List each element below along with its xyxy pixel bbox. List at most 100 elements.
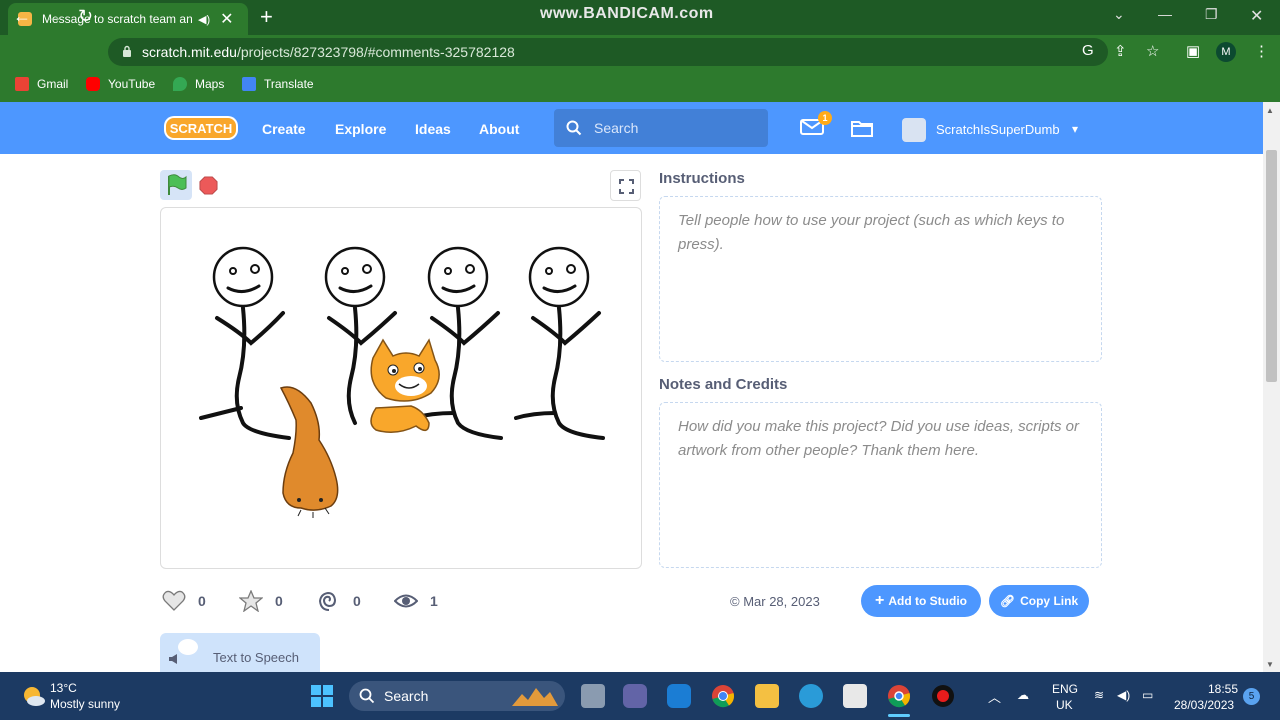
- get-help-icon[interactable]: [799, 684, 823, 708]
- profile-avatar[interactable]: M: [1216, 42, 1236, 62]
- green-flag-button[interactable]: [160, 170, 192, 200]
- show-hidden-icons-chevron-icon[interactable]: ︿: [988, 687, 1001, 706]
- keyboard-layout[interactable]: UK: [1056, 698, 1073, 712]
- notes-textarea[interactable]: How did you make this project? Did you u…: [659, 402, 1102, 568]
- close-window-icon[interactable]: ✕: [1250, 6, 1263, 26]
- stick-figure-sprite: [514, 246, 605, 440]
- message-count-badge: 1: [818, 111, 832, 125]
- nav-ideas[interactable]: Ideas: [415, 121, 451, 137]
- bookmark-translate[interactable]: Translate: [242, 77, 314, 91]
- nav-about[interactable]: About: [479, 121, 519, 137]
- bookmark-label: Maps: [195, 77, 225, 91]
- wifi-icon[interactable]: ≋: [1094, 688, 1104, 702]
- heart-icon: [162, 590, 186, 611]
- username[interactable]: ScratchIsSuperDumb: [936, 122, 1060, 137]
- bookmark-star-icon[interactable]: ☆: [1146, 42, 1159, 60]
- love-count: 0: [198, 593, 206, 609]
- youtube-icon: [86, 77, 100, 91]
- teams-chat-icon[interactable]: [623, 684, 647, 708]
- copy-link-label: Copy Link: [1020, 594, 1079, 608]
- add-to-studio-button[interactable]: + Add to Studio: [861, 585, 981, 617]
- speech-bubble-icon: [169, 639, 198, 664]
- project-stage[interactable]: [160, 207, 642, 569]
- battery-icon[interactable]: ▭: [1142, 688, 1153, 702]
- instructions-textarea[interactable]: Tell people how to use your project (suc…: [659, 196, 1102, 362]
- stick-figure-sprite: [199, 246, 291, 440]
- windows-start-icon[interactable]: [310, 684, 334, 708]
- task-view-icon[interactable]: [581, 684, 605, 708]
- speaker-icon[interactable]: ◀): [198, 13, 210, 26]
- copy-link-button[interactable]: 🔗︎ Copy Link: [989, 585, 1089, 617]
- hp-app-icon[interactable]: [667, 684, 691, 708]
- copyright-icon: ©: [730, 594, 744, 609]
- fullscreen-button[interactable]: [610, 170, 641, 201]
- search-placeholder: Search: [594, 120, 639, 136]
- search-highlight-icon: [512, 688, 558, 706]
- scrollbar-thumb[interactable]: [1266, 150, 1277, 382]
- link-icon: 🔗︎: [999, 594, 1016, 608]
- volume-icon[interactable]: ◀): [1117, 688, 1130, 702]
- instructions-title: Instructions: [659, 170, 745, 187]
- chrome-profile-icon[interactable]: [887, 684, 911, 708]
- back-arrow-icon[interactable]: ←: [13, 6, 31, 27]
- scratch-logo[interactable]: SCRATCH: [163, 114, 239, 142]
- file-explorer-icon[interactable]: [755, 684, 779, 708]
- nav-explore[interactable]: Explore: [335, 121, 386, 137]
- onedrive-cloud-icon[interactable]: ☁: [1017, 688, 1029, 702]
- stop-sign-icon[interactable]: [199, 176, 218, 195]
- new-tab-button[interactable]: +: [260, 4, 273, 30]
- minimize-icon[interactable]: —: [1158, 6, 1172, 22]
- url-path: /projects/827323798/#comments-325782128: [236, 44, 515, 60]
- bookmark-youtube[interactable]: YouTube: [86, 77, 155, 91]
- weather-sun-icon[interactable]: [20, 684, 46, 708]
- chrome-icon[interactable]: [711, 684, 735, 708]
- close-tab-icon[interactable]: ✕: [220, 9, 233, 29]
- bandicam-record-icon[interactable]: [931, 684, 955, 708]
- tab-title: Message to scratch team and: [42, 12, 192, 26]
- scratch-search-input[interactable]: [554, 109, 768, 147]
- scroll-up-arrow-icon[interactable]: ▲: [1266, 106, 1274, 115]
- weather-temperature[interactable]: 13°C: [50, 681, 77, 695]
- side-panel-icon[interactable]: ▣: [1186, 42, 1200, 60]
- chrome-menu-icon[interactable]: ⋮: [1254, 42, 1269, 60]
- translate-icon: [242, 77, 256, 91]
- eye-icon: [394, 594, 418, 608]
- google-icon[interactable]: G: [1082, 42, 1094, 59]
- url-text[interactable]: scratch.mit.edu/projects/827323798/#comm…: [142, 44, 515, 60]
- clock-date[interactable]: 28/03/2023: [1174, 698, 1234, 712]
- language-code[interactable]: ENG: [1052, 682, 1078, 696]
- nav-create[interactable]: Create: [262, 121, 306, 137]
- restore-icon[interactable]: ❐: [1205, 6, 1218, 23]
- share-icon[interactable]: ⇪: [1114, 42, 1127, 60]
- taskbar-search-label: Search: [384, 688, 429, 704]
- microsoft-store-icon[interactable]: [843, 684, 867, 708]
- reload-icon[interactable]: ↻: [78, 6, 93, 27]
- url-host: scratch.mit.edu: [142, 44, 237, 60]
- browser-tab[interactable]: Message to scratch team and ◀) ✕: [8, 3, 248, 35]
- weather-description[interactable]: Mostly sunny: [50, 697, 120, 711]
- lock-icon[interactable]: [122, 45, 132, 57]
- view-count: 1: [430, 593, 438, 609]
- remix-count-stat: 0: [317, 590, 361, 612]
- notification-badge[interactable]: 5: [1243, 688, 1260, 705]
- favorite-button[interactable]: 0: [239, 590, 283, 612]
- forward-arrow-icon[interactable]: →: [45, 6, 63, 27]
- remix-swirl-icon: [318, 591, 337, 611]
- chevron-down-icon[interactable]: ▾: [1072, 122, 1078, 136]
- my-stuff-folder-icon[interactable]: [850, 118, 874, 138]
- clock-time[interactable]: 18:55: [1208, 682, 1238, 696]
- favorite-count: 0: [275, 593, 283, 609]
- notes-title: Notes and Credits: [659, 376, 788, 393]
- fullscreen-icon: [619, 179, 634, 194]
- scroll-down-arrow-icon[interactable]: ▼: [1266, 660, 1274, 669]
- bookmark-maps[interactable]: Maps: [173, 77, 224, 91]
- green-flag-icon: [168, 174, 187, 195]
- love-button[interactable]: 0: [162, 590, 206, 612]
- active-app-indicator: [888, 714, 910, 717]
- user-avatar[interactable]: [902, 118, 926, 142]
- plus-icon: +: [875, 592, 885, 609]
- project-date: © Mar 28, 2023: [730, 594, 820, 609]
- tab-search-chevron-icon[interactable]: ⌄: [1113, 6, 1125, 23]
- bookmark-gmail[interactable]: Gmail: [15, 77, 68, 91]
- add-to-studio-label: Add to Studio: [888, 594, 967, 608]
